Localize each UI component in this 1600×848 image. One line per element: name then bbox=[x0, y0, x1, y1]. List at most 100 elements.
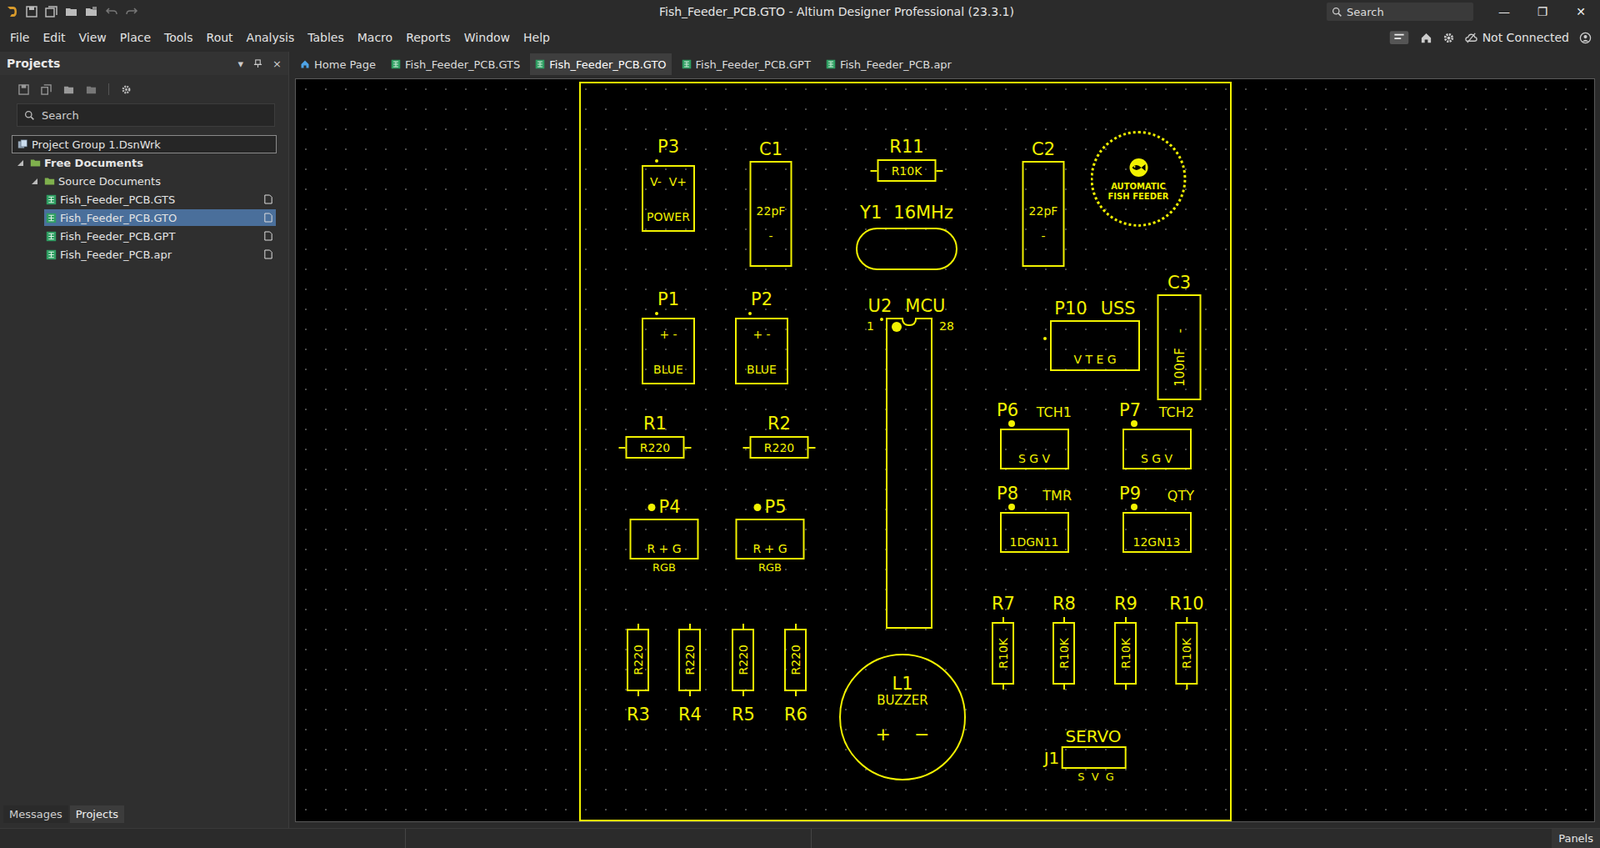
pcb-component[interactable]: P10 USS V T E G bbox=[1050, 298, 1140, 371]
fish-bowl-icon bbox=[1125, 157, 1151, 178]
pcb-component[interactable]: P4 R + G RGB bbox=[630, 496, 700, 575]
pcb-component[interactable]: R220 R3 bbox=[626, 623, 650, 725]
pcb-component[interactable]: R220 R4 bbox=[678, 623, 702, 725]
user-icon[interactable] bbox=[1579, 31, 1592, 45]
copy-icon[interactable] bbox=[40, 84, 52, 95]
projects-panel: Projects ▾ × Search Project Group 1.DsnW… bbox=[0, 51, 290, 828]
pcb-component[interactable]: Y1 16MHz bbox=[855, 202, 958, 270]
silk-mark: - bbox=[1040, 229, 1045, 243]
save-all-icon[interactable] bbox=[45, 5, 59, 19]
designator: P8 bbox=[996, 483, 1019, 504]
designator: P1 bbox=[657, 289, 680, 310]
pcb-component[interactable]: R11 R10K bbox=[870, 136, 944, 182]
save-icon[interactable] bbox=[25, 5, 39, 19]
pin-icon[interactable] bbox=[253, 59, 263, 69]
panel-search-field[interactable]: Search bbox=[16, 103, 275, 127]
pcb-component[interactable]: P1 + -BLUE bbox=[641, 289, 695, 385]
panel-tab[interactable]: Messages bbox=[3, 805, 69, 823]
tree-item[interactable]: Fish_Feeder_PCB.GPT bbox=[11, 226, 277, 245]
pcb-component[interactable]: R2 R220 bbox=[743, 413, 816, 459]
open-folder-icon[interactable] bbox=[65, 5, 79, 19]
pcb-component[interactable]: R10 R10K bbox=[1169, 593, 1204, 690]
menu-item[interactable]: Rout bbox=[200, 27, 240, 48]
tree-item[interactable]: Source Documents bbox=[11, 171, 277, 190]
window-control-button[interactable]: — bbox=[1485, 0, 1524, 24]
pin1-dot bbox=[1008, 503, 1015, 510]
pcb-component[interactable]: AUTOMATICFISH FEEDER bbox=[1090, 130, 1187, 227]
pcb-component[interactable]: P2 + -BLUE bbox=[735, 289, 789, 385]
compile-icon[interactable] bbox=[63, 84, 75, 95]
connection-status[interactable]: Not Connected bbox=[1482, 30, 1570, 45]
pcb-component[interactable]: U2 MCU 1 28 bbox=[852, 295, 961, 629]
pcb-component[interactable]: C3 100nF - bbox=[1157, 272, 1202, 400]
pcb-component[interactable]: C2 22pF - bbox=[1022, 139, 1065, 267]
tree-item[interactable]: Project Group 1.DsnWrk bbox=[11, 135, 277, 154]
panel-close-button[interactable]: × bbox=[272, 57, 282, 70]
undo-icon[interactable] bbox=[105, 5, 119, 19]
pin1-dot bbox=[753, 503, 761, 511]
resistor-outline: R220 bbox=[626, 623, 650, 696]
document-tab[interactable]: Home Page bbox=[295, 53, 381, 75]
panel-menu-button[interactable]: ▾ bbox=[238, 57, 245, 70]
chat-icon[interactable] bbox=[1388, 30, 1410, 45]
menu-item[interactable]: Window bbox=[457, 27, 517, 48]
expand-caret-icon[interactable] bbox=[31, 178, 38, 185]
altium-logo-icon[interactable] bbox=[5, 5, 19, 19]
document-tab[interactable]: Fish_Feeder_PCB.GTO bbox=[530, 53, 671, 75]
panel-tab[interactable]: Projects bbox=[70, 805, 125, 823]
document-tab[interactable]: Fish_Feeder_PCB.apr bbox=[820, 53, 957, 75]
gear-icon[interactable] bbox=[1442, 31, 1455, 45]
document-icon bbox=[264, 212, 273, 223]
menu-item[interactable]: File bbox=[3, 27, 36, 48]
tree-item[interactable]: Fish_Feeder_PCB.apr bbox=[11, 245, 277, 264]
pcb-component[interactable]: P3 V- V+POWER bbox=[641, 136, 695, 232]
pcb-component[interactable]: P9 QTY 12GN13 bbox=[1119, 483, 1195, 553]
home-icon[interactable] bbox=[1420, 31, 1433, 45]
menu-item[interactable]: Macro bbox=[350, 27, 400, 48]
tree-item[interactable]: Fish_Feeder_PCB.GTS bbox=[11, 190, 277, 209]
expand-caret-icon[interactable] bbox=[17, 160, 24, 166]
designator: R4 bbox=[678, 704, 702, 725]
pin1-dot bbox=[1008, 420, 1015, 427]
window-control-button[interactable]: ✕ bbox=[1561, 0, 1600, 24]
pcb-component[interactable]: L1 BUZZER +− bbox=[839, 653, 966, 780]
pcb-file-icon bbox=[45, 194, 57, 205]
menu-item[interactable]: Tools bbox=[157, 27, 200, 48]
tree-item[interactable]: Free Documents bbox=[11, 153, 277, 172]
panels-button[interactable]: Panels bbox=[1551, 828, 1600, 848]
menu-item[interactable]: Tables bbox=[300, 27, 351, 48]
window-control-button[interactable]: ❐ bbox=[1523, 0, 1562, 24]
pcb-component[interactable]: R220 R6 bbox=[784, 623, 808, 725]
save-icon[interactable] bbox=[18, 84, 30, 95]
pcb-component[interactable]: R7 R10K bbox=[991, 593, 1015, 690]
pcb-component[interactable]: C1 22pF - bbox=[750, 139, 793, 267]
pcb-component[interactable]: R9 R10K bbox=[1114, 593, 1138, 690]
pcb-component[interactable]: P7 TCH2 S G V bbox=[1119, 400, 1195, 470]
global-search[interactable]: Search bbox=[1326, 2, 1474, 21]
pcb-component[interactable]: R1 R220 bbox=[619, 413, 692, 459]
menu-item[interactable]: Analysis bbox=[240, 27, 302, 48]
document-tab[interactable]: Fish_Feeder_PCB.GPT bbox=[676, 53, 816, 75]
document-tab[interactable]: Fish_Feeder_PCB.GTS bbox=[385, 53, 525, 75]
pcb-component[interactable]: SERVO J1 S V G bbox=[1044, 725, 1127, 784]
pcb-component[interactable]: P8 TMR 1DGN11 bbox=[996, 483, 1072, 553]
pcb-component[interactable]: R220 R5 bbox=[731, 623, 755, 725]
tree-item[interactable]: Fish_Feeder_PCB.GTO bbox=[11, 208, 277, 227]
menu-item[interactable]: Reports bbox=[399, 27, 458, 48]
menu-item[interactable]: Edit bbox=[35, 27, 72, 48]
close-project-icon[interactable] bbox=[85, 84, 97, 95]
open-project-icon[interactable] bbox=[85, 5, 99, 19]
menu-item[interactable]: View bbox=[72, 27, 114, 48]
redo-icon[interactable] bbox=[125, 5, 139, 19]
buzzer-outline: L1 BUZZER +− bbox=[839, 653, 966, 780]
pcb-canvas[interactable]: P3 V- V+POWERC1 22pF -R11 R10K Y1 16MHz … bbox=[295, 78, 1595, 822]
pcb-component[interactable]: P6 TCH1 S G V bbox=[996, 400, 1072, 470]
menu-item[interactable]: Help bbox=[516, 27, 557, 48]
pcb-component[interactable]: R8 R10K bbox=[1052, 593, 1076, 690]
pcb-component[interactable]: P5 R + G RGB bbox=[735, 496, 805, 575]
designator: P5 bbox=[764, 496, 786, 517]
menu-item[interactable]: Place bbox=[113, 27, 158, 48]
settings-icon[interactable] bbox=[120, 84, 132, 95]
silk-tag: TCH1 bbox=[1036, 405, 1072, 420]
status-bar: Panels bbox=[0, 827, 1600, 848]
